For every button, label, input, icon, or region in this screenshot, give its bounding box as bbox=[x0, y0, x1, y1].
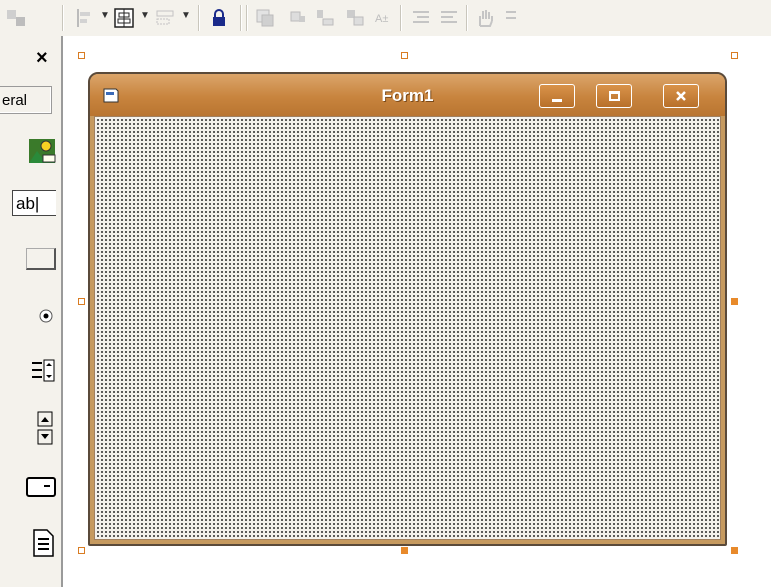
close-icon bbox=[676, 91, 686, 101]
minimize-button[interactable] bbox=[539, 84, 575, 108]
grip-icon bbox=[2, 7, 32, 29]
center-form-icon[interactable] bbox=[111, 7, 137, 29]
textbox-icon[interactable]: ab| bbox=[0, 188, 56, 218]
align-left-icon[interactable] bbox=[72, 7, 98, 29]
toolbox-panel: × eral ab| bbox=[0, 36, 63, 587]
listbox-icon[interactable] bbox=[0, 356, 56, 386]
hand-icon[interactable] bbox=[472, 7, 498, 29]
maximize-icon bbox=[608, 91, 620, 101]
vscroll-icon[interactable] bbox=[0, 408, 56, 448]
resize-handle[interactable] bbox=[731, 547, 738, 554]
resize-handle[interactable] bbox=[731, 298, 738, 305]
toolbox-tab-label: eral bbox=[2, 92, 28, 109]
resize-handle bbox=[78, 547, 85, 554]
picture-icon[interactable] bbox=[0, 136, 56, 166]
maximize-button[interactable] bbox=[596, 84, 632, 108]
size-to-grid-icon[interactable] bbox=[342, 7, 368, 29]
option-button-icon[interactable] bbox=[0, 302, 56, 330]
bring-to-front-icon[interactable] bbox=[252, 7, 278, 29]
chevron-down-icon[interactable]: ▼ bbox=[181, 10, 191, 21]
outdent-icon[interactable] bbox=[436, 7, 462, 29]
make-same-size-icon[interactable] bbox=[152, 7, 178, 29]
resize-handle bbox=[731, 52, 738, 59]
command-button-icon[interactable] bbox=[0, 244, 56, 274]
form-window[interactable]: Form1 bbox=[88, 72, 727, 546]
toolbox-tab-general[interactable]: eral bbox=[0, 86, 52, 114]
frame-icon[interactable] bbox=[0, 472, 56, 502]
form-client-area[interactable] bbox=[94, 116, 721, 540]
resize-handle bbox=[78, 298, 85, 305]
chevron-down-icon[interactable]: ▼ bbox=[100, 10, 110, 21]
resize-handle bbox=[401, 52, 408, 59]
close-button[interactable] bbox=[663, 84, 699, 108]
data-icon[interactable] bbox=[0, 526, 56, 560]
tab-order-icon[interactable] bbox=[312, 7, 338, 29]
svg-text:A±: A± bbox=[375, 13, 388, 25]
form-titlebar[interactable]: Form1 bbox=[90, 74, 725, 116]
textbox-icon-label: ab| bbox=[12, 190, 56, 216]
send-to-back-icon[interactable] bbox=[285, 7, 311, 29]
resize-handle[interactable] bbox=[401, 547, 408, 554]
minimize-icon bbox=[552, 98, 562, 102]
lock-controls-icon[interactable] bbox=[206, 7, 232, 29]
format-toolbar: ▼ ▼ ▼ A± bbox=[0, 0, 771, 37]
toolbox-close-button[interactable]: × bbox=[36, 48, 48, 68]
chevron-down-icon[interactable]: ▼ bbox=[140, 10, 150, 21]
indent-icon[interactable] bbox=[408, 7, 434, 29]
resize-handle bbox=[78, 52, 85, 59]
font-size-icon[interactable]: A± bbox=[370, 7, 396, 29]
more-icon[interactable] bbox=[500, 7, 520, 29]
